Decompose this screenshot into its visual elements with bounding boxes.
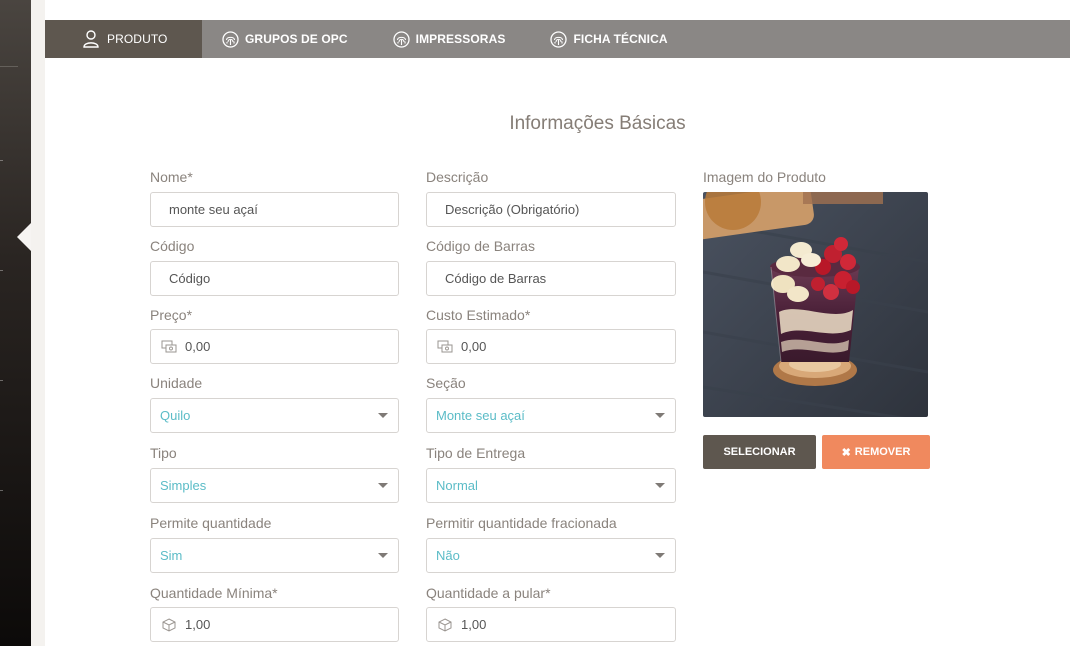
section-title-text: Informações Básicas: [509, 113, 686, 134]
codigo-barras-label: Código de Barras: [426, 238, 535, 254]
codigo-barras-placeholder: Código de Barras: [445, 271, 547, 286]
permite-quantidade-select[interactable]: Sim: [150, 538, 399, 573]
chevron-down-icon: [378, 483, 388, 488]
secao-select[interactable]: Monte seu açaí: [426, 398, 676, 433]
permitir-fracionada-label: Permitir quantidade fracionada: [426, 515, 617, 531]
chevron-down-icon: [655, 553, 665, 558]
tipo-label: Tipo: [150, 445, 177, 461]
tab-label: IMPRESSORAS: [415, 32, 506, 46]
descricao-label: Descrição: [426, 169, 489, 185]
sidebar-active-caret: [17, 222, 32, 252]
custo-estimado-value: 0,00: [461, 339, 487, 354]
tab-produto[interactable]: PRODUTO: [45, 20, 202, 58]
preco-label: Preço*: [150, 307, 193, 323]
nome-label: Nome*: [150, 169, 193, 185]
tab-label: FICHA TÉCNICA: [573, 32, 668, 46]
codigo-label: Código: [150, 238, 195, 254]
close-icon: ✖: [841, 446, 851, 459]
sidebar-marker: [0, 160, 3, 161]
cube-icon: [437, 617, 453, 633]
quantidade-minima-input[interactable]: 1,00: [150, 607, 399, 642]
codigo-barras-input[interactable]: Código de Barras: [426, 261, 676, 296]
sidebar-divider: [0, 66, 18, 67]
money-icon: [437, 339, 453, 355]
custo-estimado-label: Custo Estimado*: [426, 307, 531, 323]
permitir-fracionada-select[interactable]: Não: [426, 538, 676, 573]
tab-label: PRODUTO: [107, 32, 168, 46]
preco-value: 0,00: [185, 339, 211, 354]
codigo-input[interactable]: Código: [150, 261, 399, 296]
remove-image-label: REMOVER: [854, 446, 911, 458]
quantidade-minima-label: Quantidade Mínima*: [150, 585, 278, 601]
sidebar: [0, 0, 32, 646]
quantidade-minima-value: 1,00: [185, 617, 211, 632]
sidebar-marker: [0, 380, 3, 381]
tipo-entrega-value: Normal: [436, 478, 478, 493]
user-icon: [83, 30, 99, 48]
fingerprint-icon: [222, 30, 239, 48]
tab-ficha-tecnica[interactable]: FICHA TÉCNICA: [530, 20, 692, 58]
sidebar-marker: [0, 270, 3, 271]
content-gutter: [31, 0, 45, 646]
descricao-input[interactable]: Descrição (Obrigatório): [426, 192, 676, 227]
chevron-down-icon: [655, 413, 665, 418]
fingerprint-icon: [550, 30, 568, 48]
secao-value: Monte seu açaí: [436, 408, 525, 423]
quantidade-pular-value: 1,00: [461, 617, 487, 632]
nome-value: monte seu açaí: [169, 202, 258, 217]
permitir-fracionada-value: Não: [436, 548, 460, 563]
chevron-down-icon: [378, 553, 388, 558]
product-image: [703, 192, 928, 417]
cube-icon: [161, 617, 177, 633]
preco-input[interactable]: 0,00: [150, 329, 399, 364]
select-image-button[interactable]: SELECIONAR: [703, 435, 816, 469]
remove-image-button[interactable]: ✖ REMOVER: [822, 435, 930, 469]
codigo-placeholder: Código: [169, 271, 211, 286]
tab-grupos-de-opc[interactable]: GRUPOS DE OPC: [202, 20, 373, 58]
permite-quantidade-label: Permite quantidade: [150, 515, 272, 531]
money-icon: [161, 339, 177, 355]
unidade-label: Unidade: [150, 375, 203, 391]
fingerprint-icon: [393, 30, 410, 48]
tipo-entrega-label: Tipo de Entrega: [426, 445, 526, 461]
unidade-select[interactable]: Quilo: [150, 398, 399, 433]
descricao-placeholder: Descrição (Obrigatório): [445, 202, 580, 217]
tipo-value: Simples: [160, 478, 207, 493]
quantidade-pular-input[interactable]: 1,00: [426, 607, 676, 642]
section-title: Informações Básicas: [45, 113, 1070, 135]
secao-label: Seção: [426, 375, 466, 391]
tipo-select[interactable]: Simples: [150, 468, 399, 503]
imagem-label: Imagem do Produto: [703, 169, 826, 185]
select-image-label: SELECIONAR: [723, 446, 796, 458]
tab-bar: PRODUTO GRUPOS DE OPC IMPRESSORAS FICHA …: [45, 20, 1070, 58]
tipo-entrega-select[interactable]: Normal: [426, 468, 676, 503]
quantidade-pular-label: Quantidade a pular*: [426, 585, 551, 601]
chevron-down-icon: [378, 413, 388, 418]
permite-quantidade-value: Sim: [160, 548, 183, 563]
nome-input[interactable]: monte seu açaí: [150, 192, 399, 227]
tab-label: GRUPOS DE OPC: [245, 32, 348, 46]
unidade-value: Quilo: [160, 408, 191, 423]
custo-estimado-input[interactable]: 0,00: [426, 329, 676, 364]
chevron-down-icon: [655, 483, 665, 488]
tab-impressoras[interactable]: IMPRESSORAS: [373, 20, 531, 58]
sidebar-marker: [0, 490, 3, 491]
